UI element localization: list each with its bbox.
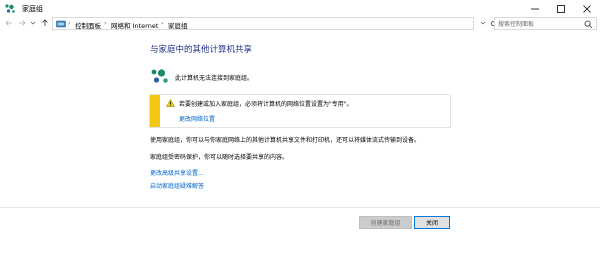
address-bar[interactable]: › 控制面板 › 网络和 Internet › 家庭组 <box>52 17 474 30</box>
warning-message: 若要创建或加入家庭组，必须将计算机的网络位置设置为"专用"。 <box>179 101 353 108</box>
arrow-right-icon <box>18 19 26 29</box>
warning-panel: 若要创建或加入家庭组，必须将计算机的网络位置设置为"专用"。 更改网络位置 <box>149 94 451 128</box>
breadcrumb-separator: › <box>68 20 71 27</box>
search-input[interactable] <box>498 19 583 29</box>
chevron-down-icon <box>30 20 36 28</box>
chevron-down-icon <box>480 20 486 28</box>
back-button[interactable] <box>3 18 15 30</box>
breadcrumb-separator: › <box>161 20 164 27</box>
address-history-button[interactable] <box>478 18 488 30</box>
minimize-button[interactable] <box>522 0 548 17</box>
search-icon <box>584 20 593 29</box>
homegroup-icon <box>150 67 170 85</box>
status-message: 此计算机无法连接到家庭组。 <box>175 75 254 82</box>
create-homegroup-button[interactable]: 创建家庭组 <box>359 216 412 229</box>
breadcrumb-separator: › <box>104 20 107 27</box>
up-button[interactable] <box>39 18 51 30</box>
arrow-up-icon <box>41 19 49 29</box>
homegroup-icon <box>4 3 16 14</box>
minimize-icon <box>531 5 539 13</box>
breadcrumb-network-internet[interactable]: 网络和 Internet <box>111 20 158 30</box>
close-button[interactable]: 关闭 <box>414 216 450 229</box>
page-title: 与家庭中的其他计算机共享 <box>150 45 253 55</box>
footer-divider <box>0 207 600 208</box>
title-bar: 家庭组 <box>0 0 600 17</box>
homegroup-troubleshooter-link[interactable]: 启动家庭组疑难解答 <box>150 181 204 190</box>
close-icon <box>583 4 591 13</box>
forward-button[interactable] <box>16 18 28 30</box>
password-note: 家庭组受密码保护，你可以随时选择要共享的内容。 <box>150 154 289 161</box>
window-title: 家庭组 <box>22 5 43 13</box>
control-panel-icon <box>56 20 66 28</box>
search-box[interactable] <box>494 17 597 30</box>
warning-icon <box>165 98 176 107</box>
maximize-icon <box>557 4 565 13</box>
breadcrumb-homegroup[interactable]: 家庭组 <box>168 20 188 30</box>
warning-stripe <box>150 95 160 127</box>
arrow-left-icon <box>5 19 13 29</box>
recent-locations-button[interactable] <box>29 18 37 30</box>
breadcrumb-control-panel[interactable]: 控制面板 <box>75 20 101 30</box>
maximize-button[interactable] <box>548 0 574 17</box>
homegroup-description: 使用家庭组，你可以与你家庭网络上的其他计算机共享文件和打印机，还可以将媒体流式传… <box>150 137 421 144</box>
change-network-location-link[interactable]: 更改网络位置 <box>179 114 215 123</box>
advanced-sharing-settings-link[interactable]: 更改高级共享设置... <box>150 168 204 177</box>
close-window-button[interactable] <box>574 0 600 17</box>
navigation-bar: › 控制面板 › 网络和 Internet › 家庭组 <box>0 17 600 31</box>
